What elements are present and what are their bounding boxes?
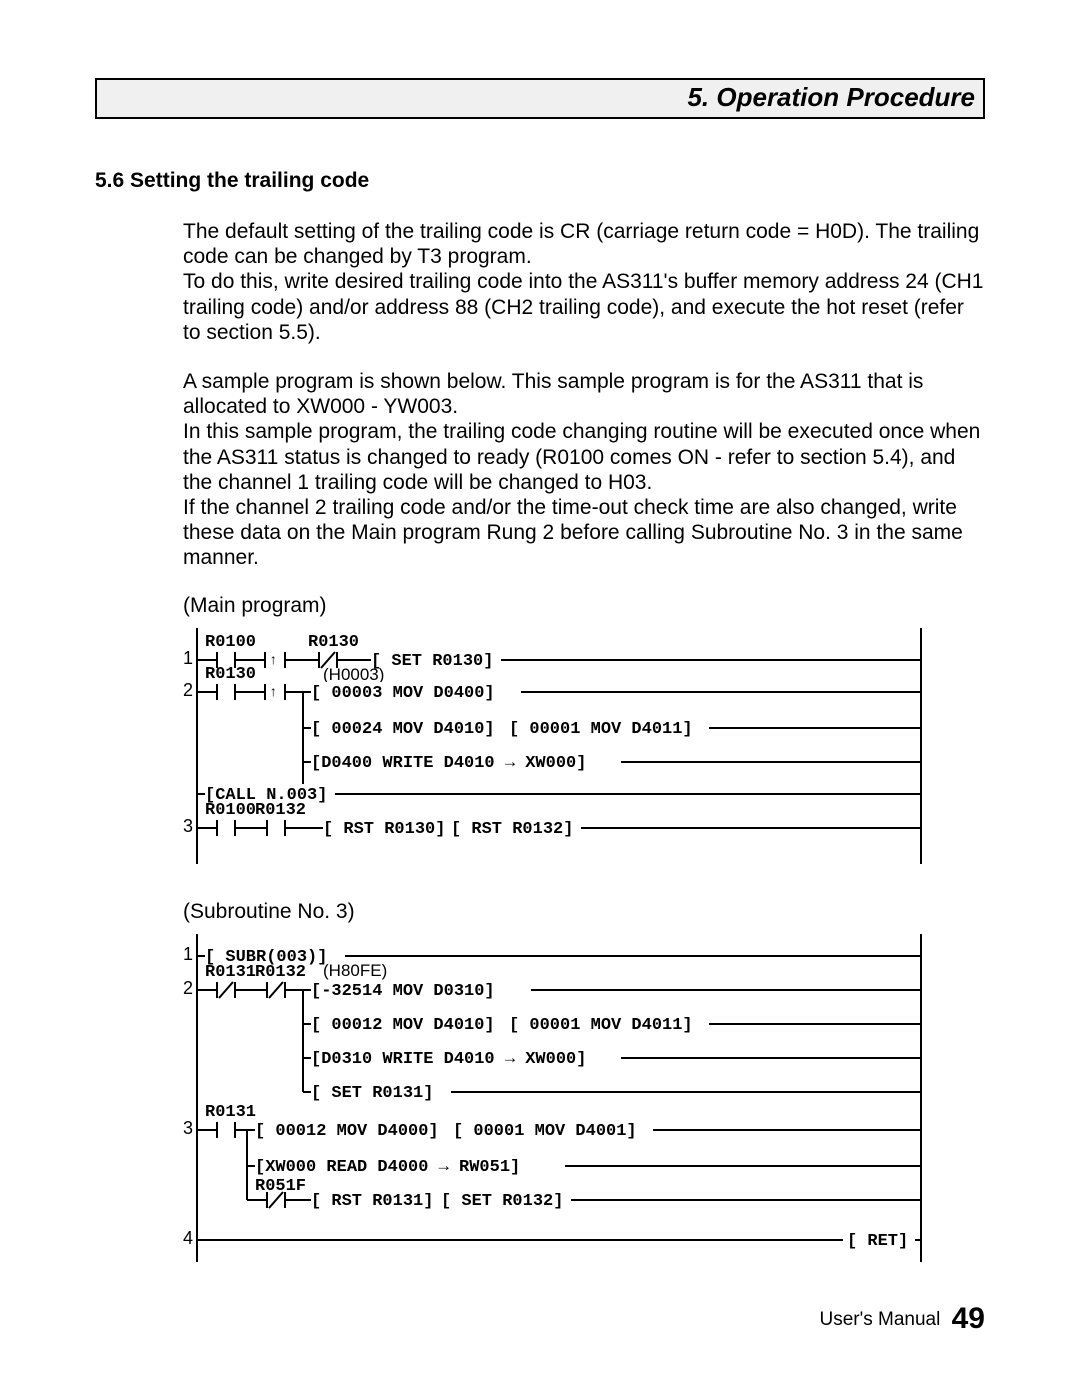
svg-text:1: 1 — [183, 648, 193, 668]
svg-text:R0131: R0131 — [205, 1103, 256, 1122]
subroutine-label: (Subroutine No. 3) — [183, 900, 985, 924]
svg-text:R0100: R0100 — [205, 801, 256, 820]
svg-text:[ RET]: [ RET] — [847, 1232, 908, 1251]
svg-text:1: 1 — [183, 944, 193, 964]
svg-text:[XW000 READ D4000 → RW051]: [XW000 READ D4000 → RW051] — [255, 1158, 520, 1177]
chapter-title-box: 5. Operation Procedure — [95, 78, 985, 119]
main-program-label: (Main program) — [183, 594, 985, 618]
para1-text: The default setting of the trailing code… — [183, 220, 979, 268]
page-number: 49 — [952, 1302, 985, 1335]
paragraph-1: The default setting of the trailing code… — [183, 219, 985, 345]
svg-text:[-32514 MOV D0310]: [-32514 MOV D0310] — [311, 982, 495, 1001]
svg-text:[ 00024 MOV D4010]: [ 00024 MOV D4010] — [311, 720, 495, 739]
svg-text:[ 00003 MOV D0400]: [ 00003 MOV D0400] — [311, 684, 495, 703]
svg-text:2: 2 — [183, 978, 193, 998]
svg-text:[ 00001 MOV D4011]: [ 00001 MOV D4011] — [509, 1016, 693, 1035]
svg-text:↑: ↑ — [269, 685, 277, 701]
svg-text:R0130: R0130 — [205, 665, 256, 684]
page-footer: User's Manual 49 — [95, 1302, 985, 1336]
svg-text:(H80FE): (H80FE) — [323, 961, 387, 980]
para3-text: A sample program is shown below. This sa… — [183, 370, 923, 418]
svg-text:[ 00001 MOV D4001]: [ 00001 MOV D4001] — [453, 1122, 637, 1141]
svg-text:3: 3 — [183, 816, 193, 836]
svg-text:[D0400 WRITE D4010 → XW000]: [D0400 WRITE D4010 → XW000] — [311, 754, 586, 773]
paragraph-2: A sample program is shown below. This sa… — [183, 369, 985, 571]
svg-text:[ RST R0132]: [ RST R0132] — [451, 820, 573, 839]
chapter-title: 5. Operation Procedure — [687, 82, 975, 112]
section-heading: 5.6 Setting the trailing code — [95, 169, 985, 193]
para5-text: If the channel 2 trailing code and/or th… — [183, 496, 963, 569]
main-program-ladder: 1 R0100 ↑ R0130 [ SET R0130] 2 R0130 — [183, 628, 985, 864]
svg-text:R0100: R0100 — [205, 633, 256, 652]
svg-text:4: 4 — [183, 1228, 193, 1248]
para4-text: In this sample program, the trailing cod… — [183, 420, 980, 493]
svg-text:R0132: R0132 — [255, 801, 306, 820]
svg-text:[ RST R0131]: [ RST R0131] — [311, 1192, 433, 1211]
svg-text:[ SET R0130]: [ SET R0130] — [371, 652, 493, 671]
svg-text:[ SET R0131]: [ SET R0131] — [311, 1084, 433, 1103]
svg-text:[ SET R0132]: [ SET R0132] — [441, 1192, 563, 1211]
svg-text:[ 00012 MOV D4000]: [ 00012 MOV D4000] — [255, 1122, 439, 1141]
svg-text:[ 00012 MOV D4010]: [ 00012 MOV D4010] — [311, 1016, 495, 1035]
svg-text:[D0310 WRITE D4010 → XW000]: [D0310 WRITE D4010 → XW000] — [311, 1050, 586, 1069]
para2-text: To do this, write desired trailing code … — [183, 270, 983, 343]
svg-text:↑: ↑ — [269, 653, 277, 669]
footer-label: User's Manual — [820, 1309, 941, 1330]
page: 5. Operation Procedure 5.6 Setting the t… — [0, 0, 1080, 1376]
subroutine-ladder: 1 [ SUBR(003)] 2 R0131 R0132 (H80FE) [-3… — [183, 934, 985, 1262]
svg-text:R0131: R0131 — [205, 963, 256, 982]
svg-text:3: 3 — [183, 1118, 193, 1138]
svg-text:[ 00001 MOV D4011]: [ 00001 MOV D4011] — [509, 720, 693, 739]
svg-text:R0130: R0130 — [308, 633, 359, 652]
svg-text:(H0003): (H0003) — [323, 665, 384, 684]
svg-text:[ RST R0130]: [ RST R0130] — [323, 820, 445, 839]
svg-text:2: 2 — [183, 680, 193, 700]
svg-text:R0132: R0132 — [255, 963, 306, 982]
